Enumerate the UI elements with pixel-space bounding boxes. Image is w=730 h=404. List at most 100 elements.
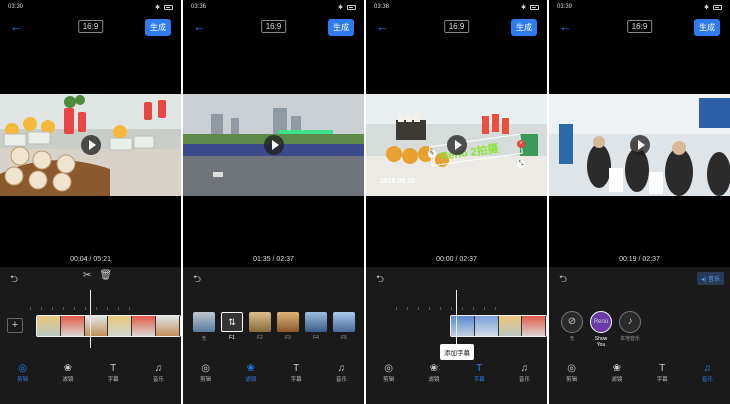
- add-caption-button[interactable]: 添加字幕: [440, 344, 474, 360]
- bottom-nav: ◎ 剪辑 ❀ 滤镜 T 字幕 ♫ 音乐: [549, 362, 730, 392]
- reno-album-icon: Reno: [590, 311, 612, 333]
- bluetooth-icon: ✱: [703, 4, 709, 11]
- music-icon: ♫: [703, 363, 712, 374]
- nav-edit[interactable]: ◎ 剪辑: [374, 362, 404, 392]
- video-preview[interactable]: [0, 94, 181, 196]
- filter-f1[interactable]: ⇅ F1: [221, 312, 243, 342]
- add-clip-button[interactable]: +: [7, 318, 23, 333]
- nav-filter[interactable]: ❀ 滤镜: [419, 362, 449, 392]
- undo-icon[interactable]: ⮌: [10, 272, 18, 289]
- play-button[interactable]: [80, 135, 101, 155]
- music-show-you[interactable]: Reno Show You: [590, 311, 612, 348]
- nav-filter[interactable]: ❀ 滤镜: [602, 362, 632, 392]
- nav-music[interactable]: ♫ 音乐: [143, 362, 173, 392]
- text-icon: T: [659, 363, 666, 374]
- nav-text[interactable]: T 字幕: [281, 362, 311, 392]
- filter-list: 无 ⇅ F1 F2 F3 F4 F5: [193, 312, 355, 342]
- generate-button[interactable]: 生成: [145, 19, 171, 36]
- nav-music[interactable]: ♫ 音乐: [692, 362, 722, 392]
- nav-label: 音乐: [701, 377, 713, 383]
- nav-text[interactable]: T 字幕: [464, 362, 494, 392]
- playback-time: 01:35 / 02:37: [253, 256, 294, 263]
- music-volume-button[interactable]: ◂) 音乐: [697, 272, 724, 285]
- filter-icon: ❀: [246, 363, 256, 374]
- undo-icon[interactable]: ⮌: [559, 272, 567, 289]
- nav-text[interactable]: T 字幕: [647, 362, 677, 392]
- filter-adjust-icon: ⇅: [221, 312, 243, 332]
- volume-icon: ◂): [701, 277, 707, 283]
- back-arrow-icon[interactable]: ←: [10, 18, 23, 36]
- nav-label: 字幕: [656, 377, 668, 383]
- playhead[interactable]: [90, 290, 91, 348]
- aspect-ratio-button[interactable]: 16:9: [77, 20, 104, 33]
- date-stamp: 2019.09.10: [380, 178, 416, 185]
- filter-f3[interactable]: F3: [277, 312, 299, 342]
- filter-panel: ⮌ 无 ⇅ F1 F2 F3 F4 F5 ◎ 剪辑 ❀ 滤镜 T 字幕 ♫ 音乐: [183, 267, 364, 404]
- playhead[interactable]: [456, 290, 457, 348]
- caption-edit-icon[interactable]: ✎: [428, 150, 436, 158]
- generate-button[interactable]: 生成: [328, 19, 354, 36]
- nav-music[interactable]: ♫ 音乐: [509, 362, 539, 392]
- undo-icon[interactable]: ⮌: [376, 272, 384, 289]
- music-none[interactable]: ⊘ 无: [561, 311, 583, 348]
- filter-f4[interactable]: F4: [305, 312, 327, 342]
- nav-label: 滤镜: [62, 377, 74, 383]
- nav-label: 剪辑: [566, 377, 578, 383]
- nav-edit[interactable]: ◎ 剪辑: [191, 362, 221, 392]
- top-bar: ← 16:9 生成: [549, 18, 730, 36]
- video-preview[interactable]: [183, 94, 364, 196]
- edit-icon: ◎: [567, 363, 576, 374]
- filter-f5[interactable]: F5: [333, 312, 355, 342]
- back-arrow-icon[interactable]: ←: [559, 18, 572, 36]
- status-bar: 03:39 ✱: [549, 0, 730, 14]
- edit-icon: ◎: [18, 363, 27, 374]
- filter-none[interactable]: 无: [193, 312, 215, 342]
- play-button[interactable]: [446, 135, 467, 155]
- nav-text[interactable]: T 字幕: [98, 362, 128, 392]
- aspect-ratio-button[interactable]: 16:9: [626, 20, 653, 33]
- filter-icon: ❀: [429, 363, 439, 374]
- nav-filter[interactable]: ❀ 滤镜: [236, 362, 266, 392]
- nav-label: 剪辑: [17, 377, 29, 383]
- play-button[interactable]: [263, 135, 284, 155]
- bluetooth-icon: ✱: [520, 4, 526, 11]
- caption-scale-icon[interactable]: ⤡: [517, 160, 525, 168]
- aspect-ratio-button[interactable]: 16:9: [260, 20, 287, 33]
- scissors-icon[interactable]: ✂: [83, 270, 91, 281]
- status-time: 03:36: [191, 4, 207, 10]
- nav-edit[interactable]: ◎ 剪辑: [557, 362, 587, 392]
- caption-delete-icon[interactable]: ×: [517, 140, 525, 148]
- filter-icon: ❀: [63, 363, 73, 374]
- nav-filter[interactable]: ❀ 滤镜: [53, 362, 83, 392]
- battery-icon: [530, 4, 539, 10]
- play-button[interactable]: [629, 135, 650, 155]
- nav-label: 剪辑: [383, 377, 395, 383]
- music-local[interactable]: ♪ 本地音乐: [619, 311, 641, 348]
- generate-button[interactable]: 生成: [694, 19, 720, 36]
- delete-icon[interactable]: 🗑: [99, 270, 112, 281]
- nav-label: 剪辑: [200, 377, 212, 383]
- phone-screen-edit: 03:30 ✱ ← 16:9 生成 00:04 / 05:21 ⮌ ✂ 🗑 + …: [0, 0, 181, 404]
- back-arrow-icon[interactable]: ←: [193, 18, 206, 36]
- music-list: ⊘ 无 Reno Show You ♪ 本地音乐: [561, 311, 641, 348]
- none-icon: ⊘: [561, 311, 583, 333]
- edit-icon: ◎: [384, 363, 393, 374]
- nav-edit[interactable]: ◎ 剪辑: [8, 362, 38, 392]
- generate-button[interactable]: 生成: [511, 19, 537, 36]
- video-preview[interactable]: [549, 94, 730, 196]
- clip-timeline[interactable]: [36, 315, 181, 337]
- aspect-ratio-button[interactable]: 16:9: [443, 20, 470, 33]
- back-arrow-icon[interactable]: ←: [376, 18, 389, 36]
- nav-label: 音乐: [152, 377, 164, 383]
- playback-time: 00:04 / 05:21: [70, 256, 111, 263]
- time-ruler: [396, 307, 547, 311]
- undo-icon[interactable]: ⮌: [193, 272, 201, 289]
- nav-music[interactable]: ♫ 音乐: [326, 362, 356, 392]
- video-preview[interactable]: Reno 2拍摄 × ✎ ⤡ 2019.09.10: [366, 94, 547, 196]
- nav-label: 音乐: [518, 377, 530, 383]
- clip-timeline[interactable]: [450, 315, 547, 337]
- bottom-nav: ◎ 剪辑 ❀ 滤镜 T 字幕 ♫ 音乐: [366, 362, 547, 392]
- music-note-icon: ♪: [619, 311, 641, 333]
- top-bar: ← 16:9 生成: [183, 18, 364, 36]
- filter-f2[interactable]: F2: [249, 312, 271, 342]
